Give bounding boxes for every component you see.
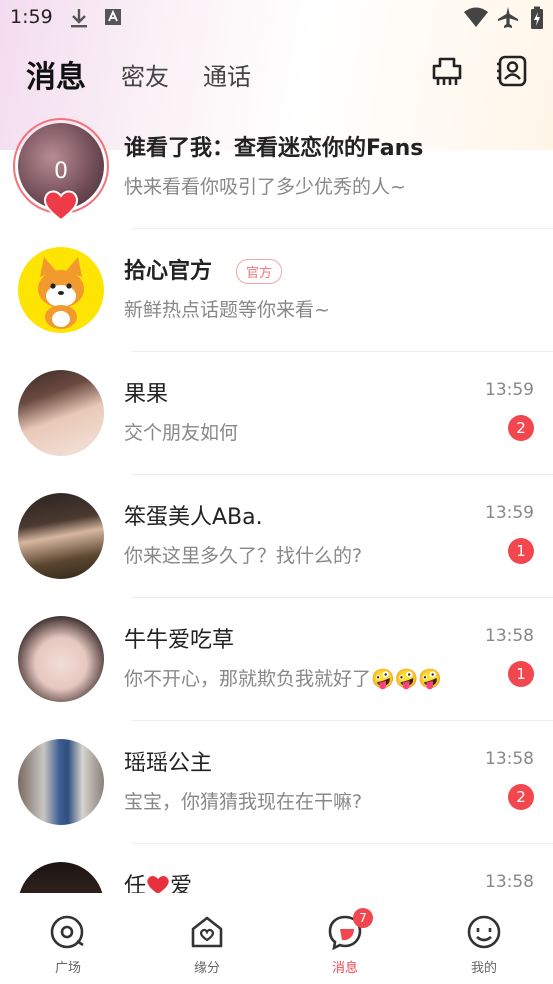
message-time: 13:59 <box>485 503 534 523</box>
avatar <box>18 739 104 825</box>
nav-fate[interactable]: 缘分 <box>167 913 247 976</box>
wifi-icon <box>464 7 488 27</box>
contact-name: 牛牛爱吃草 <box>124 628 235 653</box>
unread-badge: 2 <box>508 784 534 810</box>
contacts-icon[interactable] <box>495 54 529 88</box>
heart-icon <box>43 190 79 221</box>
nav-square[interactable]: 广场 <box>28 913 108 976</box>
smiley-face-icon <box>467 915 501 949</box>
official-name: 拾心官方 <box>124 259 213 284</box>
last-message: 交个朋友如何 <box>124 422 239 444</box>
contact-name: 笨蛋美人ABa. <box>124 505 263 530</box>
conversation-row[interactable]: 笨蛋美人ABa. 你来这里多久了？找什么的? 13:59 1 <box>0 475 553 598</box>
official-avatar <box>18 247 104 333</box>
shiba-dog-icon <box>38 257 84 329</box>
heart-icon <box>147 876 169 894</box>
official-message: 新鲜热点话题等你来看~ <box>124 299 330 321</box>
download-icon <box>71 9 87 28</box>
message-count-badge: 7 <box>353 908 373 928</box>
visitor-count: 0 <box>54 159 68 184</box>
clear-messages-icon[interactable] <box>430 54 464 88</box>
accessibility-icon <box>105 9 121 25</box>
home-heart-icon <box>191 916 223 948</box>
status-bar: 1:59 <box>0 0 553 36</box>
official-row[interactable]: 拾心官方 官方 新鲜热点话题等你来看~ <box>0 229 553 352</box>
unread-badge: 2 <box>508 415 534 441</box>
tab-calls[interactable]: 通话 <box>203 57 251 92</box>
conversation-row[interactable]: 牛牛爱吃草 你不开心，那就欺负我就好了🤪🤪🤪 13:58 1 <box>0 598 553 721</box>
unread-badge: 1 <box>508 538 534 564</box>
visitors-title: 谁看了我：查看迷恋你的Fans <box>124 136 424 161</box>
contact-name: 瑶瑶公主 <box>124 751 213 776</box>
visitors-row[interactable]: 0 谁看了我：查看迷恋你的Fans 快来看看你吸引了多少优秀的人~ <box>0 106 553 229</box>
message-time: 13:58 <box>485 749 534 769</box>
conversation-row[interactable]: 果果 交个朋友如何 13:59 2 <box>0 352 553 475</box>
official-tag: 官方 <box>236 259 283 284</box>
status-time: 1:59 <box>10 6 53 28</box>
contact-name: 果果 <box>124 382 169 407</box>
last-message: 你来这里多久了？找什么的? <box>124 545 363 567</box>
nav-label: 缘分 <box>193 961 220 976</box>
nav-label: 广场 <box>54 961 81 976</box>
unread-badge: 1 <box>508 661 534 687</box>
airplane-mode-icon <box>498 7 518 28</box>
last-message: 你不开心，那就欺负我就好了🤪🤪🤪 <box>124 668 442 690</box>
nav-messages[interactable]: 7 消息 <box>305 908 385 976</box>
tab-close-friends[interactable]: 密友 <box>121 57 169 92</box>
nav-label: 我的 <box>470 961 497 976</box>
nav-label: 消息 <box>331 961 358 976</box>
bottom-navigation: 广场 缘分 7 消息 我的 <box>0 893 553 984</box>
last-message: 宝宝，你猜猜我现在在干嘛? <box>124 791 363 813</box>
nav-profile[interactable]: 我的 <box>444 913 524 976</box>
square-icon <box>50 915 84 949</box>
visitors-subtitle: 快来看看你吸引了多少优秀的人~ <box>124 176 406 198</box>
message-time: 13:58 <box>485 626 534 646</box>
avatar <box>18 616 104 702</box>
avatar <box>18 370 104 456</box>
message-time: 13:59 <box>485 380 534 400</box>
tab-messages[interactable]: 消息 <box>26 52 86 96</box>
battery-charging-icon <box>531 6 543 29</box>
conversation-row[interactable]: 瑶瑶公主 宝宝，你猜猜我现在在干嘛? 13:58 2 <box>0 721 553 844</box>
message-time: 13:58 <box>485 872 534 892</box>
avatar <box>18 493 104 579</box>
